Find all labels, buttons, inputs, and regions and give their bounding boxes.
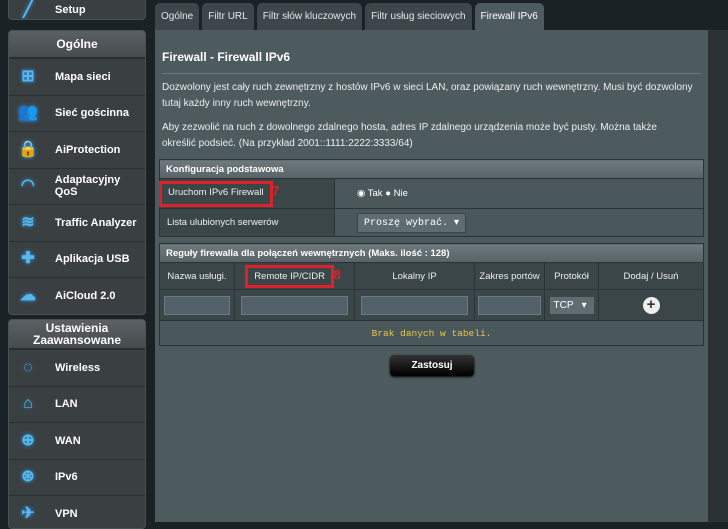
- basic-config-table: Konfiguracja podstawowa Uruchom IPv6 Fir…: [159, 159, 704, 237]
- sidebar-item-mapa-sieci[interactable]: ⊞ Mapa sieci: [9, 58, 145, 95]
- sidebar-item-aplikacja-usb[interactable]: ✚ Aplikacja USB: [9, 240, 145, 278]
- sidebar-advanced: Ustawienia Zaawansowane ◌ Wireless ⌂ LAN ⊕ WA…: [8, 319, 146, 529]
- tab-filtr-url[interactable]: Filtr URL: [202, 3, 254, 30]
- tab-filtr-s-w-kluczowych[interactable]: Filtr słów kluczowych: [256, 3, 363, 30]
- empty-table-message: Brak danych w tabeli.: [159, 320, 704, 346]
- sidebar-item-ipv6[interactable]: ⊛ IPv6: [9, 458, 145, 496]
- lock-icon: 🔒: [18, 140, 38, 158]
- home-icon: ⌂: [23, 395, 33, 413]
- sidebar-item-label: AiCloud 2.0: [55, 289, 116, 302]
- sidebar-item-label: Aplikacja USB: [55, 253, 130, 266]
- sidebar-item-label: LAN: [55, 398, 78, 411]
- divider: [162, 73, 701, 74]
- rules-header: Reguły firewalla dla połączeń wewnętrzny…: [159, 243, 704, 263]
- radio-no[interactable]: ● Nie: [385, 188, 408, 199]
- vpn-icon: ✈: [21, 504, 35, 522]
- sidebar-item-label: IPv6: [55, 471, 78, 484]
- puzzle-icon: ✚: [21, 250, 35, 268]
- local-ip-input[interactable]: [360, 295, 469, 315]
- column-header: Dodaj / Usuń: [598, 262, 704, 290]
- gauge-icon: ◠: [20, 177, 35, 195]
- column-header: Lokalny IP: [354, 262, 475, 290]
- sidebar-item-label: VPN: [55, 507, 78, 520]
- sidebar-item-label: Traffic Analyzer: [55, 216, 137, 229]
- globe-icon: ⊕: [21, 431, 35, 449]
- tab-og-lne[interactable]: Ogólne: [155, 3, 200, 30]
- wifi-icon: ◌: [23, 358, 33, 376]
- description-1: Dozwolony jest cały ruch zewnętrzny z ho…: [162, 82, 693, 109]
- advanced-header: Ustawienia Zaawansowane: [9, 320, 145, 349]
- traffic-chart-icon: ≋: [21, 213, 35, 231]
- description-2: Aby zezwolić na ruch z dowolnego zdalneg…: [162, 122, 657, 149]
- guest-network-icon: 👥: [18, 104, 38, 122]
- port-range-input[interactable]: [478, 295, 541, 315]
- apply-button[interactable]: Zastosuj: [390, 355, 474, 376]
- basic-config-header: Konfiguracja podstawowa: [159, 159, 704, 179]
- sidebar-item-traffic-analyzer[interactable]: ≋ Traffic Analyzer: [9, 204, 145, 241]
- favorite-servers-label: Lista ulubionych serwerów: [159, 208, 335, 237]
- annotation-7: 7: [272, 183, 280, 198]
- tab-filtr-us-ug-sieciowych[interactable]: Filtr usług sieciowych: [365, 3, 472, 30]
- column-header: Protokół: [544, 262, 599, 290]
- column-header: Zakres portów: [474, 262, 545, 290]
- sidebar-item-vpn[interactable]: ✈ VPN: [9, 495, 145, 528]
- tab-bar: Ogólne Filtr URL Filtr słów kluczowych Filt…: [155, 3, 544, 30]
- column-header: Nazwa usługi.: [159, 262, 235, 290]
- remote-ip-input[interactable]: [240, 295, 349, 315]
- tab-firewall-ipv6[interactable]: Firewall IPv6: [474, 3, 544, 30]
- general-header: Ogólne: [9, 31, 145, 58]
- network-map-icon: ⊞: [21, 67, 35, 85]
- rules-table: Reguły firewalla dla połączeń wewnętrzny…: [159, 243, 704, 346]
- main-panel: Firewall - Firewall IPv6 Dozwolony jest …: [155, 30, 708, 522]
- sidebar-item-label: WAN: [55, 434, 81, 447]
- sidebar-item-wireless[interactable]: ◌ Wireless: [9, 349, 145, 386]
- annotation-8: 8: [333, 267, 341, 282]
- enable-firewall-label: Uruchom IPv6 Firewall: [159, 181, 273, 207]
- sidebar-item-setup[interactable]: ╱ Setup: [8, 0, 146, 20]
- cloud-home-icon: ☁: [20, 286, 36, 304]
- sidebar-item-label: Wireless: [55, 361, 101, 374]
- sidebar-general: Ogólne ⊞ Mapa sieci 👥 Sieć gościnna 🔒 AiProte…: [8, 30, 146, 315]
- sidebar-item-aiprotection[interactable]: 🔒 AiProtection: [9, 131, 145, 168]
- ipv6-globe-icon: ⊛: [21, 468, 35, 486]
- protocol-select[interactable]: TCP ▾: [548, 295, 595, 315]
- sidebar-item-sie-go-cinna[interactable]: 👥 Sieć gościnna: [9, 94, 145, 132]
- sidebar-item-label: Adaptacyjny QoS: [54, 174, 121, 199]
- radio-yes[interactable]: ◉ Tak: [357, 188, 383, 199]
- sidebar-item-adaptacyjny-qos[interactable]: ◠ Adaptacyjny QoS: [9, 167, 145, 205]
- sidebar-item-wan[interactable]: ⊕ WAN: [9, 422, 145, 459]
- service-name-input[interactable]: [163, 295, 231, 315]
- sidebar-item-lan[interactable]: ⌂ LAN: [9, 385, 145, 423]
- column-header: Remote IP/CIDR 8: [234, 262, 355, 290]
- sidebar-item-label: Sieć gościnna: [55, 107, 129, 120]
- sidebar-item-label: Mapa sieci: [55, 70, 111, 83]
- sidebar-item-label: AiProtection: [55, 143, 121, 156]
- page-title: Firewall - Firewall IPv6: [162, 50, 291, 64]
- wand-icon: ╱: [23, 1, 33, 18]
- favorite-servers-select[interactable]: Proszę wybrać. ▾: [357, 212, 467, 233]
- sidebar-item-aicloud-2-0[interactable]: ☁ AiCloud 2.0: [9, 277, 145, 314]
- add-icon[interactable]: +: [642, 296, 660, 314]
